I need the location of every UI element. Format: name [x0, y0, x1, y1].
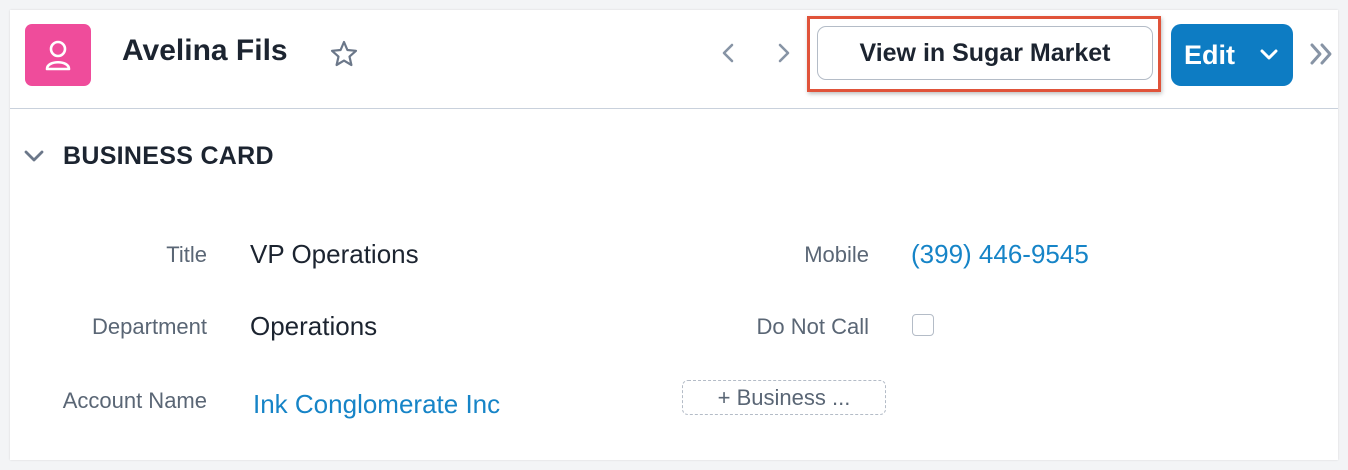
mobile-phone-link[interactable]: (399) 446-9545	[911, 239, 1089, 270]
chevron-down-icon	[1260, 49, 1278, 60]
add-business-field-button[interactable]: + Business ...	[682, 380, 886, 415]
view-in-sugar-market-button[interactable]: View in Sugar Market	[817, 26, 1153, 80]
edit-actions-dropdown[interactable]	[1254, 40, 1284, 70]
edit-button[interactable]: Edit	[1171, 24, 1293, 86]
user-icon	[45, 40, 71, 71]
account-name-link[interactable]: Ink Conglomerate Inc	[253, 389, 500, 420]
field-value-department[interactable]: Operations	[250, 311, 377, 342]
field-label-title: Title	[166, 242, 207, 267]
field-label-do-not-call: Do Not Call	[756, 314, 869, 339]
record-header: Avelina Fils View in Sugar Market Edit	[10, 10, 1338, 109]
star-icon[interactable]	[328, 38, 360, 70]
field-label-mobile: Mobile	[804, 242, 869, 267]
prev-arrow-icon	[722, 43, 734, 63]
section-title: BUSINESS CARD	[63, 142, 274, 170]
edit-button-label: Edit	[1184, 39, 1235, 70]
record-view: Avelina Fils View in Sugar Market Edit B…	[10, 10, 1338, 460]
double-chevron-right-icon[interactable]	[1308, 40, 1336, 68]
do-not-call-checkbox[interactable]	[912, 314, 934, 336]
avatar	[25, 24, 91, 86]
previous-record-button[interactable]	[714, 37, 742, 69]
next-record-button[interactable]	[770, 37, 798, 69]
next-arrow-icon	[778, 43, 790, 63]
field-value-title[interactable]: VP Operations	[250, 239, 419, 270]
field-label-account-name: Account Name	[62, 388, 207, 413]
section-chevron-icon[interactable]	[22, 146, 46, 166]
record-title: Avelina Fils	[122, 34, 288, 67]
field-label-department: Department	[92, 314, 207, 339]
